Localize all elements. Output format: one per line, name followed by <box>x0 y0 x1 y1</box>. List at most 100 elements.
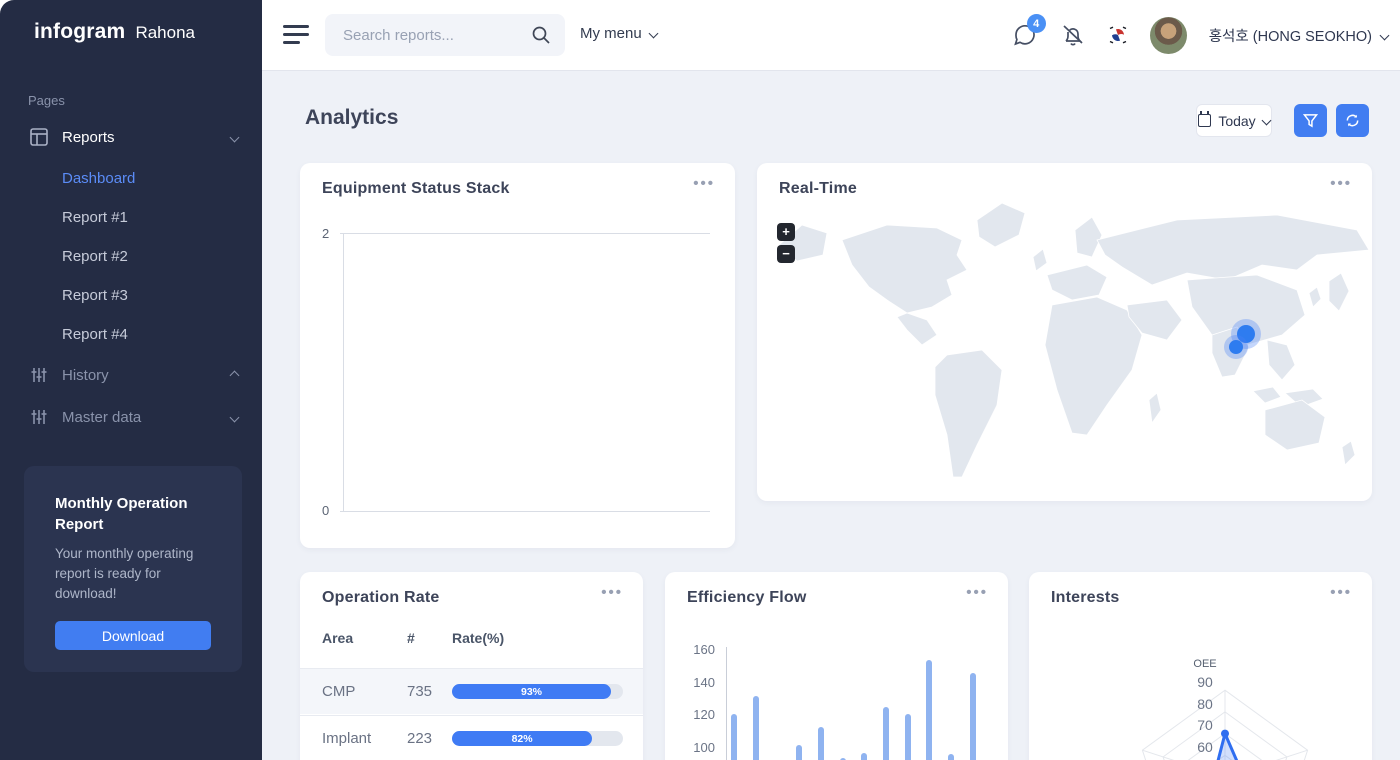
card-title: Operation Rate <box>322 589 440 607</box>
refresh-button[interactable] <box>1336 104 1369 137</box>
y-axis <box>726 647 727 760</box>
hamburger-menu-icon[interactable] <box>283 25 309 44</box>
my-menu-label: My menu <box>580 25 642 42</box>
radar-tick: 80 <box>1185 696 1225 712</box>
top-header: My menu 4 홍석호 (HONG SEOKHO) <box>262 0 1400 70</box>
sidebar-section-label: Pages <box>28 93 65 108</box>
search-icon[interactable] <box>531 25 551 45</box>
sliders-icon <box>30 366 48 384</box>
sidebar-item-report-4[interactable]: Report #4 <box>62 326 128 343</box>
rate-label: 82% <box>512 733 533 745</box>
y-tick: 160 <box>665 642 715 657</box>
rate-label: 93% <box>521 686 542 698</box>
user-name-label: 홍석호 (HONG SEOKHO) <box>1209 25 1372 46</box>
monthly-report-title: Monthly Operation Report <box>55 493 215 535</box>
card-menu-ellipsis-icon[interactable]: ••• <box>1330 175 1352 192</box>
card-efficiency-flow: Efficiency Flow ••• 160 140 120 100 <box>665 572 1008 760</box>
rate-bar-fill: 82% <box>452 731 592 746</box>
efficiency-bar <box>796 745 802 760</box>
brand-logo[interactable]: infogram Rahona <box>34 20 195 44</box>
efficiency-bar <box>861 753 867 760</box>
sidebar-item-reports[interactable]: Reports <box>0 120 262 154</box>
download-button[interactable]: Download <box>55 621 211 650</box>
funnel-icon <box>1303 113 1318 128</box>
sidebar-item-history[interactable]: History <box>0 358 262 392</box>
date-range-button[interactable]: Today <box>1196 104 1272 137</box>
gridline-bottom <box>340 511 710 512</box>
efficiency-bar <box>818 727 824 760</box>
user-menu[interactable]: 홍석호 (HONG SEOKHO) <box>1209 25 1388 46</box>
efficiency-bar <box>731 714 737 760</box>
app-window: infogram Rahona Pages Reports Dashboard … <box>0 0 1400 760</box>
table-row[interactable]: CMP 735 93% <box>300 668 643 714</box>
card-menu-ellipsis-icon[interactable]: ••• <box>966 584 988 601</box>
efficiency-bar <box>948 754 954 760</box>
sidebar-item-label: History <box>62 367 109 384</box>
sidebar-item-report-2[interactable]: Report #2 <box>62 248 128 265</box>
rate-bar-track: 82% <box>452 731 623 746</box>
sidebar: infogram Rahona Pages Reports Dashboard … <box>0 0 262 760</box>
rate-bar-fill: 93% <box>452 684 611 699</box>
sidebar-item-report-1[interactable]: Report #1 <box>62 209 128 226</box>
cell-area: Implant <box>322 730 371 747</box>
radar-tick: 60 <box>1185 739 1225 755</box>
radar-tick: 70 <box>1185 717 1225 733</box>
calendar-icon <box>1198 114 1211 127</box>
notifications-muted-icon[interactable] <box>1060 22 1086 48</box>
card-menu-ellipsis-icon[interactable]: ••• <box>693 175 715 192</box>
table-header: Area # Rate(%) <box>300 630 643 662</box>
search-box <box>325 14 565 56</box>
card-real-time-map: Real-Time ••• <box>757 163 1372 501</box>
chevron-down-icon <box>231 128 238 146</box>
sidebar-item-label: Reports <box>62 129 115 146</box>
refresh-icon <box>1345 113 1360 128</box>
gridline-top <box>340 233 710 234</box>
radar-chart: OEE 90 80 70 60 <box>1029 572 1372 760</box>
efficiency-bar <box>753 696 759 760</box>
map-marker-small[interactable] <box>1224 335 1248 359</box>
col-rate: Rate(%) <box>452 630 504 646</box>
world-map[interactable] <box>757 195 1372 495</box>
chevron-down-icon <box>1261 116 1271 126</box>
map-zoom-out-button[interactable]: − <box>777 245 795 263</box>
bar-chart-plot <box>726 642 998 760</box>
filter-button[interactable] <box>1294 104 1327 137</box>
sidebar-item-master-data[interactable]: Master data <box>0 400 262 434</box>
card-title: Equipment Status Stack <box>322 180 510 198</box>
y-tick: 120 <box>665 707 715 722</box>
main-content: Analytics Today Equipment Status Stack •… <box>262 70 1400 760</box>
col-count: # <box>407 630 415 646</box>
sliders-icon <box>30 408 48 426</box>
monthly-report-card: Monthly Operation Report Your monthly op… <box>24 466 242 672</box>
radar-tick: 90 <box>1185 674 1225 690</box>
card-menu-ellipsis-icon[interactable]: ••• <box>601 584 623 601</box>
col-area: Area <box>322 630 353 646</box>
user-avatar[interactable] <box>1150 17 1187 54</box>
sidebar-item-report-3[interactable]: Report #3 <box>62 287 128 304</box>
reports-icon <box>30 128 48 146</box>
efficiency-bar <box>970 673 976 760</box>
y-tick: 140 <box>665 675 715 690</box>
card-title: Efficiency Flow <box>687 589 806 607</box>
chevron-down-icon <box>1380 30 1390 40</box>
y-axis <box>343 233 344 511</box>
card-equipment-status-stack: Equipment Status Stack ••• 2 0 <box>300 163 735 548</box>
efficiency-bar <box>926 660 932 760</box>
chevron-down-icon <box>231 408 238 426</box>
page-title: Analytics <box>305 106 398 130</box>
efficiency-bar <box>883 707 889 760</box>
brand-suffix: Rahona <box>135 23 195 43</box>
search-input[interactable] <box>343 14 523 56</box>
sidebar-item-label: Master data <box>62 409 141 426</box>
chevron-up-icon <box>231 366 238 384</box>
map-zoom-in-button[interactable]: + <box>777 223 795 241</box>
monthly-report-body: Your monthly operating report is ready f… <box>55 544 220 604</box>
y-tick-min: 0 <box>322 503 329 518</box>
sidebar-item-dashboard[interactable]: Dashboard <box>62 170 135 187</box>
korea-flag-icon[interactable] <box>1108 25 1128 45</box>
messages-button[interactable]: 4 <box>1012 22 1038 48</box>
date-range-label: Today <box>1218 113 1255 129</box>
my-menu-dropdown[interactable]: My menu <box>580 25 657 42</box>
table-row[interactable]: Implant 223 82% <box>300 715 643 760</box>
cell-count: 735 <box>407 683 432 700</box>
